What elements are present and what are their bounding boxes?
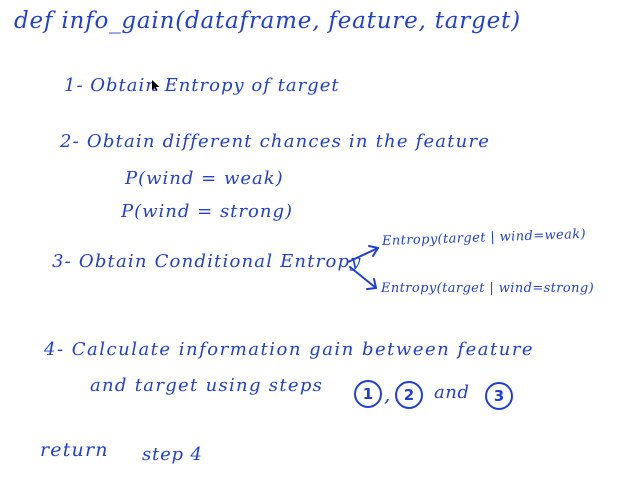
and-word: and [434, 382, 470, 403]
return-keyword: return [40, 439, 109, 461]
return-value: step 4 [142, 444, 203, 465]
step-4-line-2: and target using steps [90, 375, 324, 396]
step-ref-3: 3 [485, 382, 513, 410]
step-1-text: 1- Obtain Entropy of target [64, 75, 340, 96]
probability-strong: P(wind = strong) [121, 201, 293, 222]
whiteboard-canvas: def info_gain(dataframe, feature, target… [0, 0, 633, 481]
step-ref-2: 2 [395, 381, 423, 409]
step-ref-1: 1 [354, 380, 382, 408]
step-3-text: 3- Obtain Conditional Entropy [52, 251, 362, 272]
probability-weak: P(wind = weak) [125, 168, 284, 189]
step-4-line-1: 4- Calculate information gain between fe… [44, 339, 535, 360]
conditional-entropy-strong: Entropy(target | wind=strong) [381, 281, 595, 296]
mouse-pointer-icon [152, 80, 160, 91]
function-signature: def info_gain(dataframe, feature, target… [14, 8, 521, 34]
comma: , [384, 382, 391, 406]
conditional-entropy-weak: Entropy(target | wind=weak) [381, 226, 587, 249]
step-2-text: 2- Obtain different chances in the featu… [60, 131, 491, 152]
